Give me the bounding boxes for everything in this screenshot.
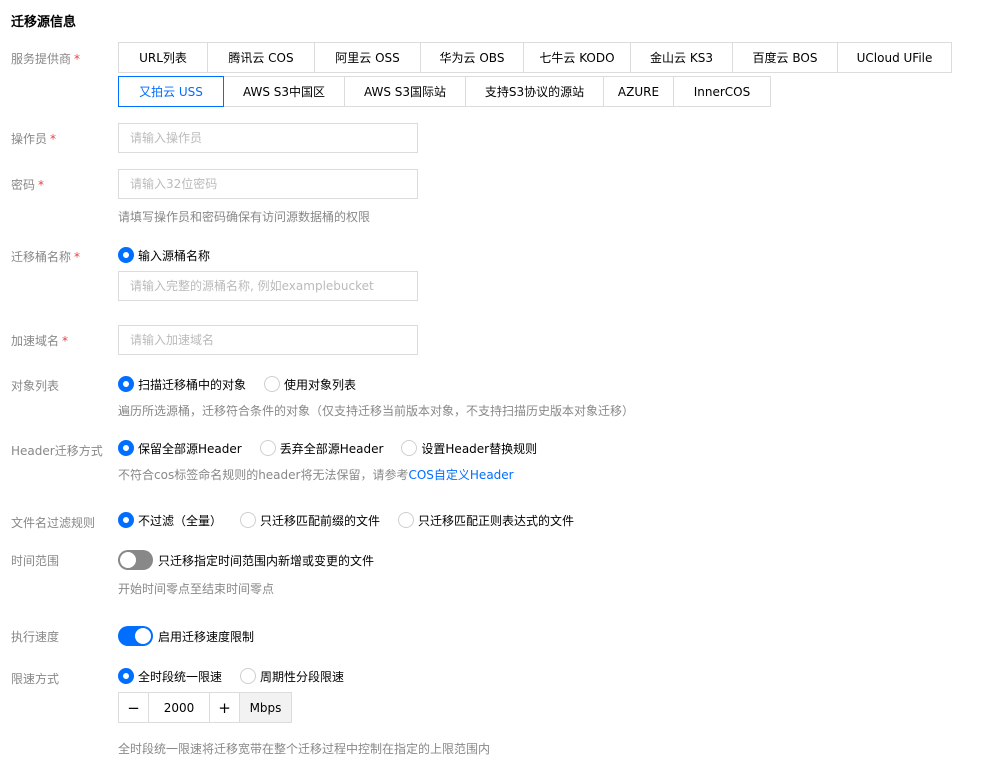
provider-option[interactable]: 七牛云 KODO — [523, 42, 631, 73]
header-mode-label: Header迁移方式 — [11, 444, 103, 458]
provider-row-2: 又拍云 USS AWS S3中国区 AWS S3国际站 支持S3协议的源站 AZURE I… — [118, 76, 771, 107]
provider-option[interactable]: 阿里云 OSS — [314, 42, 421, 73]
provider-option[interactable]: InnerCOS — [673, 76, 771, 107]
radio-option[interactable]: 设置Header替换规则 — [401, 440, 537, 457]
provider-option[interactable]: 华为云 OBS — [420, 42, 524, 73]
radio-checked-icon — [118, 668, 134, 684]
provider-option[interactable]: 金山云 KS3 — [630, 42, 733, 73]
required-mark: * — [50, 132, 57, 146]
radio-label: 保留全部源Header — [138, 441, 242, 456]
time-range-label: 时间范围 — [11, 554, 60, 568]
header-mode-hint: 不符合cos标签命名规则的header将无法保留，请参考COS自定义Header — [118, 468, 514, 482]
radio-unchecked-icon — [264, 376, 281, 392]
speed-row: 启用迁移速度限制 — [118, 626, 254, 646]
provider-option[interactable]: AZURE — [603, 76, 674, 107]
operator-label: 操作员 * — [11, 132, 57, 146]
required-mark: * — [62, 334, 69, 348]
radio-option[interactable]: 只迁移匹配正则表达式的文件 — [398, 512, 574, 529]
provider-option[interactable]: 又拍云 USS — [118, 76, 224, 107]
bucket-radio-group: 输入源桶名称 — [118, 246, 228, 264]
provider-option[interactable]: AWS S3国际站 — [344, 76, 466, 107]
radio-option[interactable]: 不过滤（全量） — [118, 512, 222, 529]
limit-mode-radio-group: 全时段统一限速 周期性分段限速 — [118, 667, 362, 685]
domain-input[interactable] — [118, 325, 418, 355]
limit-mode-hint: 全时段统一限速将迁移宽带在整个迁移过程中控制在指定的上限范围内 — [118, 742, 491, 756]
radio-label: 不过滤（全量） — [138, 513, 223, 528]
toggle-knob — [135, 628, 151, 644]
time-range-toggle[interactable] — [118, 550, 153, 570]
password-label: 密码 * — [11, 178, 45, 192]
radio-checked-icon — [118, 376, 134, 392]
required-mark: * — [74, 250, 81, 264]
operator-input[interactable] — [118, 123, 418, 153]
object-list-radio-group: 扫描迁移桶中的对象 使用对象列表 — [118, 375, 374, 393]
radio-label: 使用对象列表 — [284, 377, 357, 392]
radio-input-bucket-name[interactable]: 输入源桶名称 — [118, 247, 210, 264]
radio-label: 扫描迁移桶中的对象 — [138, 377, 247, 392]
provider-option[interactable]: 支持S3协议的源站 — [465, 76, 604, 107]
minus-button[interactable]: − — [118, 692, 149, 723]
radio-option[interactable]: 保留全部源Header — [118, 440, 242, 457]
provider-row-1: URL列表 腾讯云 COS 阿里云 OSS 华为云 OBS 七牛云 KODO 金山云 KS… — [118, 42, 952, 73]
provider-option[interactable]: URL列表 — [118, 42, 208, 73]
radio-unchecked-icon — [240, 512, 257, 528]
radio-checked-icon — [118, 247, 134, 263]
speed-value-input[interactable]: 2000 — [149, 692, 209, 723]
radio-option[interactable]: 只迁移匹配前缀的文件 — [240, 512, 380, 529]
password-hint: 请填写操作员和密码确保有访问源数据桶的权限 — [118, 210, 371, 224]
required-mark: * — [74, 52, 81, 66]
required-mark: * — [38, 178, 45, 192]
speed-unit: Mbps — [240, 692, 292, 723]
speed-limit-toggle-label: 启用迁移速度限制 — [158, 629, 255, 644]
radio-label: 设置Header替换规则 — [421, 441, 538, 456]
password-input[interactable] — [118, 169, 418, 199]
speed-label: 执行速度 — [11, 630, 60, 644]
provider-option[interactable]: UCloud UFile — [837, 42, 952, 73]
filename-filter-label: 文件名过滤规则 — [11, 516, 96, 530]
toggle-knob — [120, 552, 136, 568]
plus-button[interactable]: + — [209, 692, 240, 723]
time-range-toggle-label: 只迁移指定时间范围内新增或变更的文件 — [158, 553, 375, 568]
object-list-label: 对象列表 — [11, 379, 60, 393]
radio-checked-icon — [118, 440, 134, 456]
radio-label: 只迁移匹配前缀的文件 — [260, 513, 381, 528]
section-title: 迁移源信息 — [11, 15, 77, 30]
radio-unchecked-icon — [398, 512, 415, 528]
radio-label: 丢弃全部源Header — [279, 441, 384, 456]
radio-label: 周期性分段限速 — [260, 669, 345, 684]
radio-option[interactable]: 使用对象列表 — [264, 376, 356, 393]
radio-checked-icon — [118, 512, 134, 528]
time-range-hint: 开始时间零点至结束时间零点 — [118, 582, 275, 596]
domain-label: 加速域名 * — [11, 334, 69, 348]
radio-label: 输入源桶名称 — [138, 248, 211, 263]
cos-custom-header-link[interactable]: COS自定义Header — [408, 468, 513, 482]
time-range-row: 只迁移指定时间范围内新增或变更的文件 — [118, 550, 374, 570]
limit-mode-label: 限速方式 — [11, 672, 60, 686]
radio-unchecked-icon — [401, 440, 418, 456]
header-mode-radio-group: 保留全部源Header 丢弃全部源Header 设置Header替换规则 — [118, 439, 555, 457]
provider-option[interactable]: 腾讯云 COS — [207, 42, 315, 73]
bucket-name-input[interactable] — [118, 271, 418, 301]
speed-stepper: − 2000 + Mbps — [118, 692, 292, 723]
radio-unchecked-icon — [240, 668, 257, 684]
radio-option[interactable]: 扫描迁移桶中的对象 — [118, 376, 246, 393]
bucket-label: 迁移桶名称 * — [11, 250, 81, 264]
provider-option[interactable]: 百度云 BOS — [732, 42, 838, 73]
radio-label: 全时段统一限速 — [138, 669, 223, 684]
provider-label: 服务提供商 * — [11, 52, 81, 66]
radio-unchecked-icon — [259, 440, 276, 456]
radio-option[interactable]: 周期性分段限速 — [240, 668, 344, 685]
provider-option[interactable]: AWS S3中国区 — [223, 76, 345, 107]
speed-limit-toggle[interactable] — [118, 626, 153, 646]
filename-filter-radio-group: 不过滤（全量） 只迁移匹配前缀的文件 只迁移匹配正则表达式的文件 — [118, 511, 592, 529]
object-list-hint: 遍历所选源桶，迁移符合条件的对象（仅支持迁移当前版本对象，不支持扫描历史版本对象… — [118, 404, 635, 418]
radio-label: 只迁移匹配正则表达式的文件 — [418, 513, 575, 528]
radio-option[interactable]: 全时段统一限速 — [118, 668, 222, 685]
radio-option[interactable]: 丢弃全部源Header — [259, 440, 384, 457]
